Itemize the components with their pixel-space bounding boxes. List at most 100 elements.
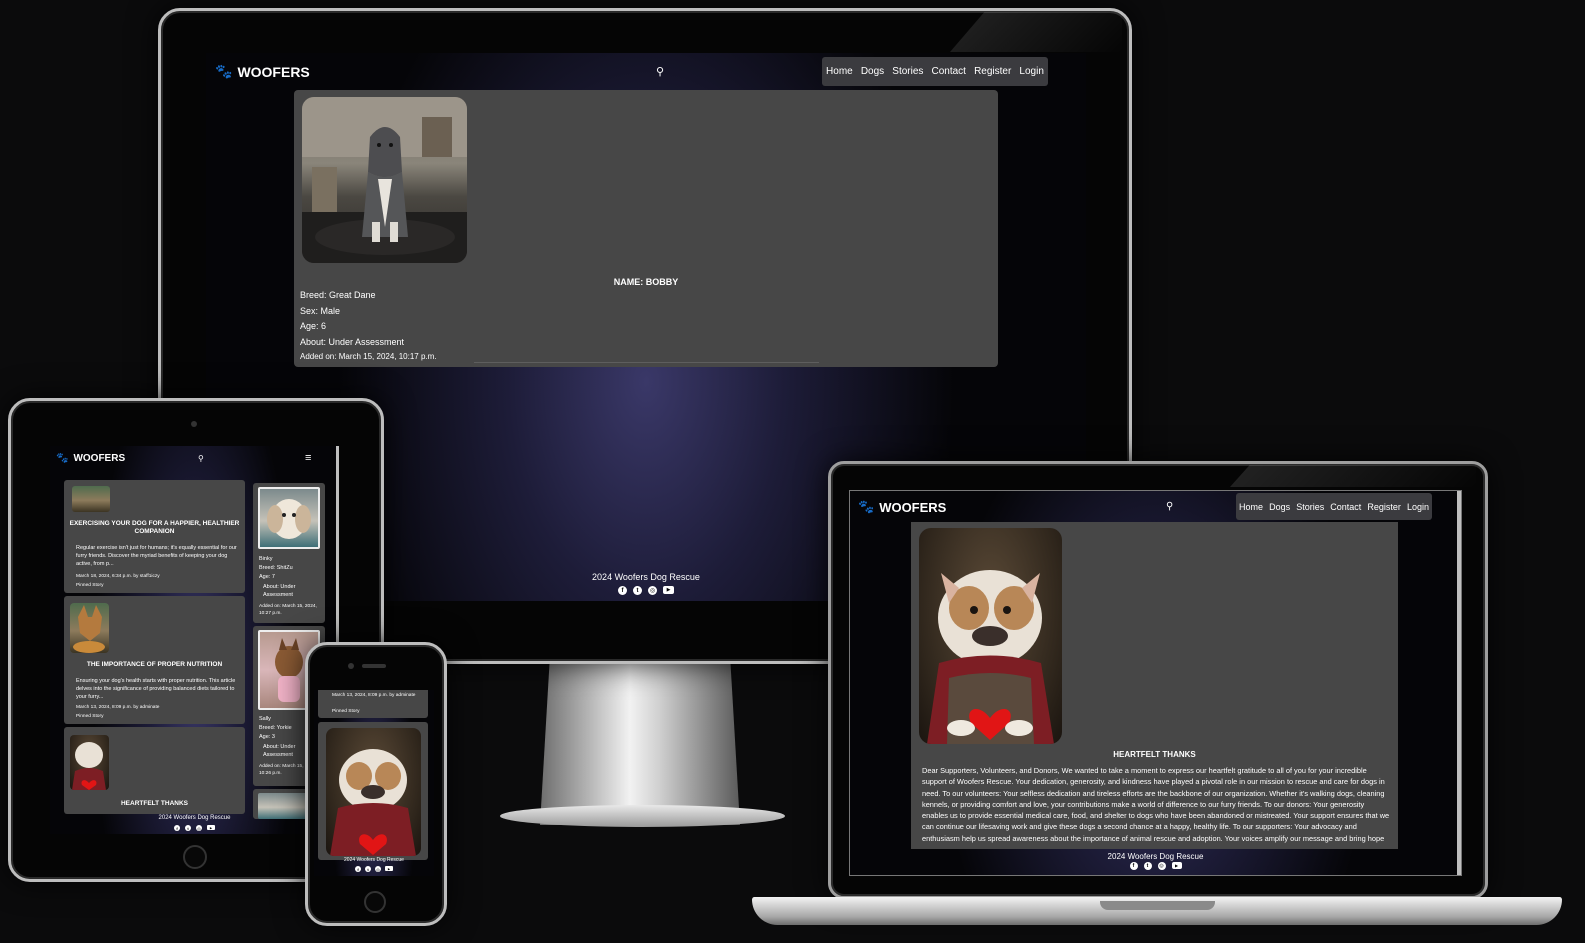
story-excerpt: Regular exercise isn't just for humans; … <box>76 545 237 567</box>
instagram-icon[interactable]: ◎ <box>375 866 381 872</box>
footer-text: 2024 Woofers Dog Rescue <box>1107 852 1204 861</box>
nav-home[interactable]: Home <box>826 66 853 77</box>
phone-speaker <box>362 664 386 668</box>
location-pin-icon[interactable]: ⚲ <box>656 65 664 78</box>
nav-login[interactable]: Login <box>1407 502 1429 512</box>
phone-camera <box>348 663 354 669</box>
story-card[interactable] <box>318 722 428 860</box>
story-title: HEARTFELT THANKS <box>120 800 189 807</box>
dog-age: Age: 7 <box>259 574 275 580</box>
location-pin-icon[interactable]: ⚲ <box>1166 501 1173 512</box>
nav-login[interactable]: Login <box>1019 66 1043 77</box>
dog-name: Binky <box>259 556 273 562</box>
story-title: HEARTFELT THANKS <box>1113 750 1196 759</box>
story-card[interactable]: EXERCISING YOUR DOG FOR A HAPPIER, HEALT… <box>64 480 245 593</box>
dog-name: NAME: BOBBY <box>613 277 679 287</box>
story-title: EXERCISING YOUR DOG FOR A HAPPIER, HEALT… <box>69 520 240 535</box>
youtube-icon[interactable]: ▶ <box>207 825 215 830</box>
laptop-screen: 🐾 WOOFERS ⚲ Home Dogs Stories Contact Re… <box>849 490 1462 876</box>
twitter-icon[interactable]: t <box>185 825 191 831</box>
youtube-icon[interactable]: ▶ <box>1171 862 1182 869</box>
dog-name: Sally <box>259 716 271 722</box>
youtube-icon[interactable]: ▶ <box>663 586 674 594</box>
pinned-label: Pinned Story <box>76 714 104 719</box>
footer-text: 2024 Woofers Dog Rescue <box>344 857 404 863</box>
paw-icon: 🐾 <box>858 499 875 514</box>
paw-icon: 🐾 <box>56 453 69 464</box>
phone-screen: March 13, 2024, 8:09 p.m. by adminate Pi… <box>314 690 434 876</box>
dog-age: Age: 6 <box>300 321 327 331</box>
story-card[interactable]: THE IMPORTANCE OF PROPER NUTRITION Ensur… <box>64 596 245 724</box>
footer-text: 2024 Woofers Dog Rescue <box>158 815 231 821</box>
dog-photo <box>258 487 320 549</box>
nav-home[interactable]: Home <box>1239 502 1263 512</box>
nav-contact[interactable]: Contact <box>932 66 966 77</box>
story-excerpt: Ensuring your dog's health starts with p… <box>76 678 236 700</box>
story-photo <box>919 528 1062 744</box>
twitter-icon[interactable]: t <box>633 586 642 595</box>
story-title: THE IMPORTANCE OF PROPER NUTRITION <box>86 661 223 668</box>
story-thumbnail <box>70 603 109 653</box>
dog-photo <box>302 97 467 263</box>
hamburger-menu-icon[interactable]: ≡ <box>305 452 311 464</box>
dog-added-date: Added on: March 15, 2024, 10:17 p.m. <box>300 352 437 361</box>
instagram-icon[interactable]: ◎ <box>196 825 202 831</box>
dog-detail-card: NAME: BOBBY Breed: Great Dane Sex: Male … <box>294 90 998 367</box>
nav-stories[interactable]: Stories <box>1296 502 1324 512</box>
tablet-screen: 🐾 WOOFERS ⚲ ≡ EXERCISING YOUR DOG FOR A … <box>50 446 339 834</box>
story-card[interactable]: HEARTFELT THANKS <box>64 727 245 814</box>
paw-icon: 🐾 <box>215 63 233 79</box>
monitor-stand-base <box>500 805 785 827</box>
pinned-label: Pinned Story <box>76 583 104 588</box>
nav-dogs[interactable]: Dogs <box>1269 502 1290 512</box>
dog-breed: Breed: Great Dane <box>300 290 376 300</box>
main-nav: Home Dogs Stories Contact Register Login <box>822 57 1048 86</box>
social-links: f t ◎ ▶ <box>314 866 434 872</box>
story-meta: March 13, 2024, 8:09 p.m. by adminate <box>76 705 160 710</box>
brand-logo[interactable]: 🐾 WOOFERS <box>56 453 125 464</box>
twitter-icon[interactable]: t <box>365 866 371 872</box>
youtube-icon[interactable]: ▶ <box>385 866 393 871</box>
nav-register[interactable]: Register <box>974 66 1011 77</box>
story-meta: March 18, 2024, 6:34 p.m. by staff1iczy <box>76 574 160 579</box>
nav-dogs[interactable]: Dogs <box>861 66 884 77</box>
social-links: f t ◎ ▶ <box>50 825 339 831</box>
tablet-camera <box>191 421 197 427</box>
brand-logo[interactable]: 🐾 WOOFERS <box>858 499 946 515</box>
main-nav: Home Dogs Stories Contact Register Login <box>1236 493 1432 520</box>
instagram-icon[interactable]: ◎ <box>648 586 657 595</box>
dog-breed: Breed: Yorkie <box>259 725 292 731</box>
dog-about: About: Under Assessment <box>263 584 296 598</box>
story-thumbnail <box>326 728 421 856</box>
dog-age: Age: 3 <box>259 734 275 740</box>
story-detail-card: HEARTFELT THANKS Dear Supporters, Volunt… <box>911 522 1398 849</box>
dog-breed: Breed: ShitZu <box>259 565 293 571</box>
brand-logo[interactable]: 🐾 WOOFERS <box>215 63 310 80</box>
brand-name: WOOFERS <box>879 499 947 515</box>
dog-about: About: Under Assessment <box>300 337 405 347</box>
instagram-icon[interactable]: ◎ <box>1157 862 1166 870</box>
facebook-icon[interactable]: f <box>1129 862 1138 870</box>
dog-sex: Sex: Male <box>300 306 341 316</box>
facebook-icon[interactable]: f <box>355 866 361 872</box>
phone-home-button[interactable] <box>364 891 386 913</box>
facebook-icon[interactable]: f <box>174 825 180 831</box>
monitor-stand-neck <box>540 655 740 825</box>
nav-contact[interactable]: Contact <box>1330 502 1361 512</box>
story-thumbnail <box>72 486 110 512</box>
nav-stories[interactable]: Stories <box>892 66 923 77</box>
story-body: Dear Supporters, Volunteers, and Donors,… <box>922 766 1390 843</box>
twitter-icon[interactable]: t <box>1143 862 1152 870</box>
laptop-notch <box>1100 901 1215 910</box>
tablet-home-button[interactable] <box>183 845 207 869</box>
location-pin-icon[interactable]: ⚲ <box>198 454 204 463</box>
pinned-label: Pinned Story <box>332 709 360 714</box>
story-card-partial[interactable]: March 13, 2024, 8:09 p.m. by adminate Pi… <box>318 690 428 718</box>
story-meta: March 13, 2024, 8:09 p.m. by adminate <box>332 693 416 698</box>
scrollbar[interactable] <box>1457 491 1461 875</box>
social-links: f t ◎ ▶ <box>850 862 1461 870</box>
facebook-icon[interactable]: f <box>618 586 627 595</box>
dog-added-date: Added on: March 15, 2024, 10:27 p.m. <box>259 604 317 616</box>
nav-register[interactable]: Register <box>1367 502 1401 512</box>
dog-card[interactable]: Binky Breed: ShitZu Age: 7 About: Under … <box>253 483 325 623</box>
